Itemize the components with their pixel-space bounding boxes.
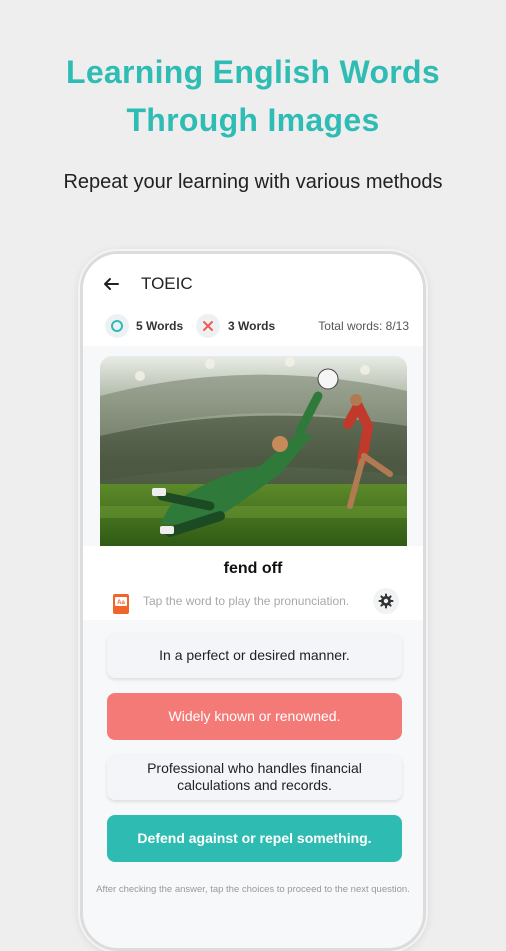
correct-circle-icon — [105, 314, 129, 338]
app-screen: TOEIC 5 Words 3 Words Total words: 8/13 — [83, 254, 423, 948]
page-title: TOEIC — [141, 274, 193, 293]
headline-line-1: Learning English Words — [65, 54, 441, 90]
choice-option-2-wrong[interactable]: Widely known or renowned. — [107, 693, 402, 740]
word-image — [100, 356, 407, 546]
settings-gear-icon[interactable] — [373, 588, 399, 614]
headline-line-2: Through Images — [126, 102, 380, 138]
vocab-word[interactable]: fend off — [83, 560, 423, 578]
correct-count: 5 Words — [136, 319, 184, 333]
wrong-count: 3 Words — [228, 319, 276, 333]
dictionary-icon[interactable]: Aa — [112, 593, 130, 615]
wrong-x-icon — [196, 314, 220, 338]
footer-instruction: After checking the answer, tap the choic… — [96, 884, 410, 895]
top-app-bar: TOEIC — [83, 254, 423, 312]
back-arrow-icon[interactable] — [101, 274, 121, 294]
choice-option-3[interactable]: Professional who handles financial calcu… — [107, 754, 402, 800]
promo-subhead: Repeat your learning with various method… — [63, 171, 443, 193]
total-words: Total words: 8/13 — [318, 319, 409, 333]
svg-text:Aa: Aa — [117, 600, 125, 606]
choice-option-4-correct[interactable]: Defend against or repel something. — [107, 815, 402, 862]
choice-option-1[interactable]: In a perfect or desired manner. — [107, 633, 402, 678]
promo-headline: Learning English Words Through Images — [0, 48, 506, 144]
pronunciation-hint: Tap the word to play the pronunciation. — [143, 594, 350, 608]
stats-bar: 5 Words 3 Words Total words: 8/13 — [83, 312, 423, 346]
phone-frame: TOEIC 5 Words 3 Words Total words: 8/13 — [80, 251, 426, 951]
word-panel: fend off Aa Tap the word to play the pro… — [83, 546, 423, 620]
soccer-goalkeeper-photo-icon — [100, 356, 407, 546]
